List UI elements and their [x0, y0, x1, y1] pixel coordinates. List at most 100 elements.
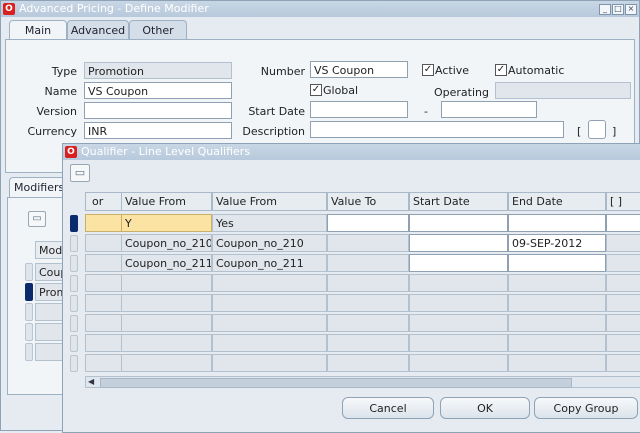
tab-main[interactable]: Main — [9, 20, 67, 40]
grid-cell-empty[interactable] — [212, 334, 327, 352]
grid-cell-empty[interactable] — [85, 294, 122, 312]
grid-cell-empty[interactable] — [327, 274, 409, 292]
row-indicator[interactable] — [70, 315, 78, 332]
grid-cell-empty[interactable] — [85, 334, 122, 352]
row-indicator[interactable] — [70, 295, 78, 312]
grid-cell-empty[interactable] — [121, 314, 212, 332]
grid-cell-empty[interactable] — [508, 274, 606, 292]
grid-cell-empty[interactable] — [121, 354, 212, 372]
grid-cell-flex[interactable] — [606, 254, 640, 272]
folder-icon[interactable]: ▭ — [70, 164, 90, 182]
name-field[interactable]: VS Coupon — [84, 82, 232, 99]
maximize-icon[interactable]: □ — [612, 4, 624, 15]
grid-cell-flex[interactable] — [606, 234, 640, 252]
horizontal-scrollbar[interactable]: ◀ — [85, 376, 640, 388]
grid-cell-or[interactable] — [85, 254, 122, 272]
grid-cell-empty[interactable] — [121, 294, 212, 312]
grid-cell-meaning[interactable]: Yes — [212, 214, 327, 232]
row-indicator[interactable] — [25, 323, 33, 341]
active-checkbox[interactable]: ✓ — [422, 64, 434, 76]
number-field[interactable]: VS Coupon — [310, 61, 408, 78]
grid-cell-empty[interactable] — [212, 274, 327, 292]
end-date-field[interactable] — [441, 101, 537, 118]
grid-cell-value-to[interactable] — [327, 234, 409, 252]
grid-cell-empty[interactable] — [409, 334, 508, 352]
grid-cell-empty[interactable] — [212, 294, 327, 312]
grid-cell-empty[interactable] — [327, 334, 409, 352]
grid-cell-empty[interactable] — [409, 354, 508, 372]
row-indicator[interactable] — [25, 263, 33, 281]
title-bar[interactable]: O Advanced Pricing - Define Modifier _ □… — [1, 1, 639, 17]
grid-cell-start-date[interactable] — [409, 214, 508, 232]
qualifier-title-bar[interactable]: O Qualifier - Line Level Qualifiers — [63, 144, 640, 160]
current-row-indicator[interactable] — [25, 283, 33, 301]
grid-cell-empty[interactable] — [606, 274, 640, 292]
row-indicator[interactable] — [70, 235, 78, 252]
grid-cell-empty[interactable] — [409, 274, 508, 292]
grid-cell-empty[interactable] — [606, 294, 640, 312]
grid-cell-value-to[interactable] — [327, 214, 409, 232]
scroll-left-arrow-icon[interactable]: ◀ — [88, 377, 98, 387]
grid-cell-value-from[interactable]: Coupon_no_210 — [121, 234, 212, 252]
row-indicator[interactable] — [70, 335, 78, 352]
grid-cell-empty[interactable] — [85, 274, 122, 292]
grid-cell-flex[interactable] — [606, 214, 640, 232]
grid-cell-or[interactable] — [85, 214, 122, 232]
grid-cell-or[interactable] — [85, 234, 122, 252]
row-indicator[interactable] — [70, 255, 78, 272]
tab-other[interactable]: Other — [129, 20, 187, 40]
currency-field[interactable]: INR — [84, 122, 232, 139]
description-field[interactable] — [310, 121, 564, 138]
grid-cell-start-date[interactable] — [409, 234, 508, 252]
grid-cell-value-to[interactable] — [327, 254, 409, 272]
grid-cell-start-date[interactable] — [409, 254, 508, 272]
row-indicator[interactable] — [70, 275, 78, 292]
grid-cell-empty[interactable] — [508, 354, 606, 372]
copy-group-button[interactable]: Copy Group — [534, 397, 638, 419]
scrollbar-thumb[interactable] — [100, 378, 572, 388]
close-icon[interactable]: × — [625, 4, 637, 15]
grid-cell-empty[interactable] — [212, 354, 327, 372]
grid-cell-value-from[interactable]: Y — [121, 214, 212, 232]
grid-cell-empty[interactable] — [121, 334, 212, 352]
grid-cell-end-date[interactable] — [508, 254, 606, 272]
grid-cell-end-date[interactable]: 09-SEP-2012 — [508, 234, 606, 252]
grid-cell-empty[interactable] — [606, 314, 640, 332]
descriptive-flexfield[interactable] — [588, 120, 606, 139]
grid-cell-empty[interactable] — [606, 334, 640, 352]
grid-cell-value-from[interactable]: Coupon_no_211 — [121, 254, 212, 272]
grid-cell-empty[interactable] — [508, 334, 606, 352]
grid-cell-empty[interactable] — [85, 354, 122, 372]
global-checkbox[interactable]: ✓ — [310, 84, 322, 96]
oracle-logo-icon: O — [65, 146, 77, 158]
grid-cell-empty[interactable] — [327, 314, 409, 332]
row-indicator[interactable] — [70, 355, 78, 372]
grid-cell-meaning[interactable]: Coupon_no_210 — [212, 234, 327, 252]
grid-cell-empty[interactable] — [327, 354, 409, 372]
minimize-icon[interactable]: _ — [599, 4, 611, 15]
grid-cell-empty[interactable] — [409, 294, 508, 312]
type-field[interactable]: Promotion — [84, 62, 232, 79]
row-indicator[interactable] — [25, 343, 33, 361]
tab-advanced[interactable]: Advanced — [67, 20, 129, 40]
cancel-button[interactable]: Cancel — [342, 397, 434, 419]
grid-cell-empty[interactable] — [85, 314, 122, 332]
grid-cell-empty[interactable] — [212, 314, 327, 332]
grid-cell-empty[interactable] — [327, 294, 409, 312]
flex-bracket-open: [ — [577, 125, 582, 138]
row-indicator[interactable] — [25, 303, 33, 321]
grid-cell-end-date[interactable] — [508, 214, 606, 232]
folder-icon[interactable]: ▭ — [28, 211, 46, 227]
grid-cell-empty[interactable] — [508, 294, 606, 312]
start-date-field[interactable] — [310, 101, 408, 118]
grid-cell-empty[interactable] — [121, 274, 212, 292]
current-row-indicator[interactable] — [70, 215, 78, 232]
version-field[interactable] — [84, 102, 232, 119]
grid-cell-empty[interactable] — [606, 354, 640, 372]
grid-cell-meaning[interactable]: Coupon_no_211 — [212, 254, 327, 272]
ok-button[interactable]: OK — [440, 397, 530, 419]
grid-cell-empty[interactable] — [508, 314, 606, 332]
operating-unit-field[interactable] — [495, 82, 631, 99]
grid-cell-empty[interactable] — [409, 314, 508, 332]
automatic-checkbox[interactable]: ✓ — [495, 64, 507, 76]
